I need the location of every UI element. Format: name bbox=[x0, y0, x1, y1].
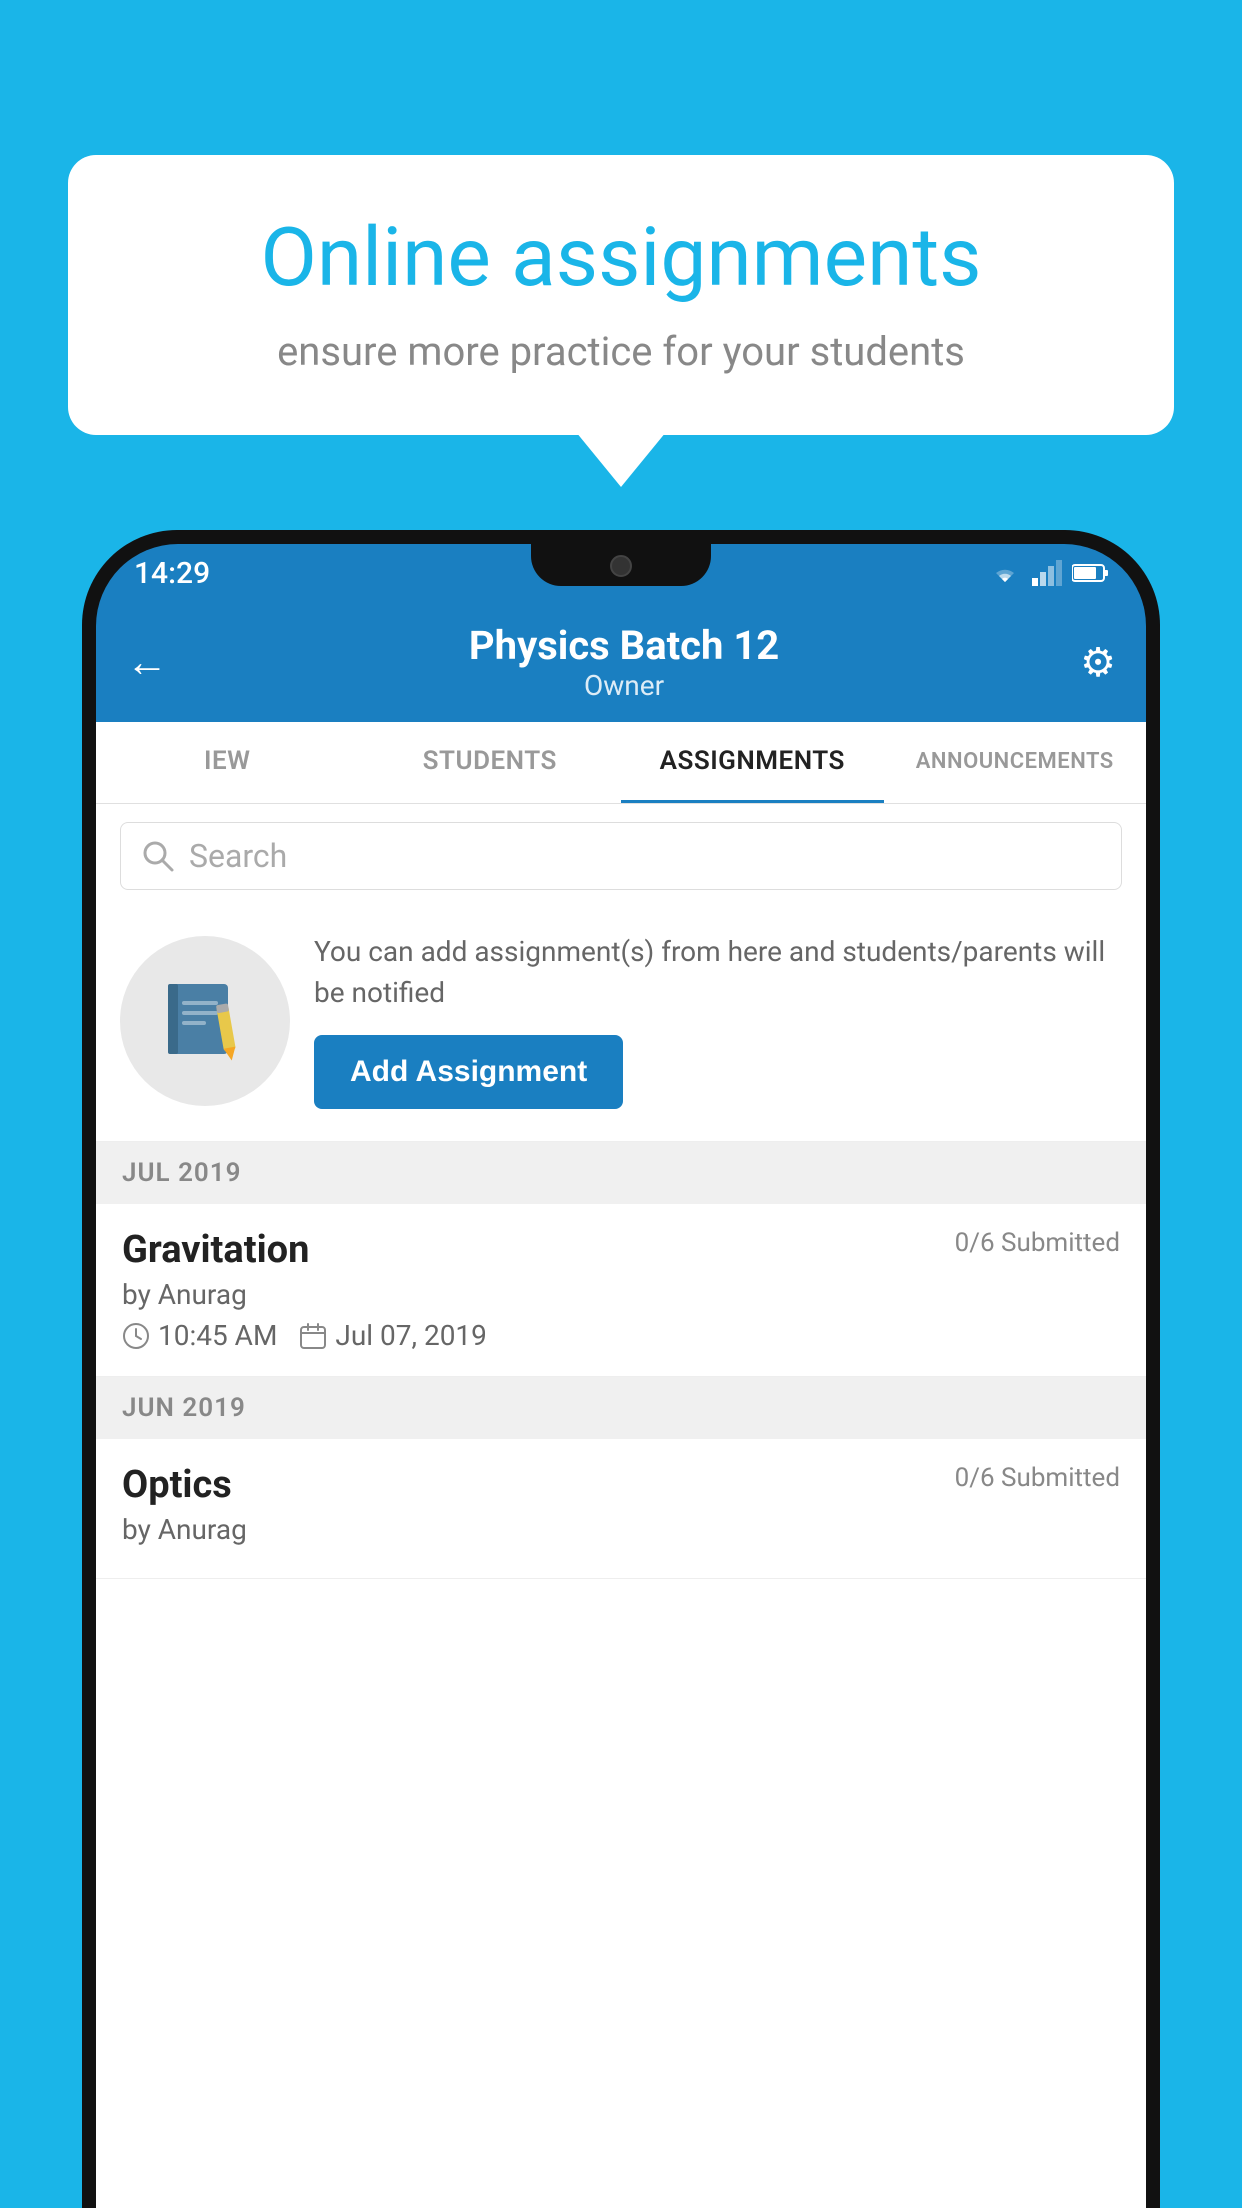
tabs-bar: IEW STUDENTS ASSIGNMENTS ANNOUNCEMENTS bbox=[96, 722, 1146, 804]
assignment-name-gravitation: Gravitation bbox=[122, 1228, 309, 1272]
tab-iew[interactable]: IEW bbox=[96, 722, 359, 803]
assignment-date-gravitation: Jul 07, 2019 bbox=[335, 1319, 487, 1352]
status-time: 14:29 bbox=[134, 556, 210, 591]
assignment-by-optics: by Anurag bbox=[122, 1513, 1120, 1546]
calendar-icon bbox=[299, 1322, 327, 1350]
search-placeholder: Search bbox=[189, 837, 287, 875]
notebook-icon bbox=[160, 976, 250, 1066]
add-assignment-button[interactable]: Add Assignment bbox=[314, 1035, 623, 1109]
assignment-submitted-gravitation: 0/6 Submitted bbox=[955, 1228, 1120, 1258]
header-center: Physics Batch 12 Owner bbox=[469, 622, 779, 702]
section-header-jul: JUL 2019 bbox=[96, 1142, 1146, 1204]
assignment-name-optics: Optics bbox=[122, 1463, 232, 1507]
app-header: ← Physics Batch 12 Owner ⚙ bbox=[96, 602, 1146, 722]
phone-notch bbox=[531, 544, 711, 586]
signal-icon bbox=[1032, 560, 1062, 586]
assignment-item-gravitation[interactable]: Gravitation 0/6 Submitted by Anurag 10:4… bbox=[96, 1204, 1146, 1377]
assignment-submitted-optics: 0/6 Submitted bbox=[955, 1463, 1120, 1493]
header-subtitle: Owner bbox=[469, 669, 779, 702]
phone-frame: 14:29 bbox=[82, 530, 1160, 2208]
speech-bubble-title: Online assignments bbox=[133, 210, 1109, 306]
assignment-by-gravitation: by Anurag bbox=[122, 1278, 1120, 1311]
assignment-item-optics[interactable]: Optics 0/6 Submitted by Anurag bbox=[96, 1439, 1146, 1579]
clock-icon bbox=[122, 1322, 150, 1350]
back-button[interactable]: ← bbox=[126, 638, 168, 687]
search-icon bbox=[141, 839, 175, 873]
phone-inner: 14:29 bbox=[96, 544, 1146, 2208]
search-bar: Search bbox=[96, 804, 1146, 908]
speech-bubble-container: Online assignments ensure more practice … bbox=[68, 155, 1174, 435]
promo-card: You can add assignment(s) from here and … bbox=[96, 908, 1146, 1142]
header-title: Physics Batch 12 bbox=[469, 622, 779, 669]
battery-icon bbox=[1072, 563, 1108, 583]
screen-content: Search bbox=[96, 804, 1146, 2208]
assignment-time-gravitation: 10:45 AM bbox=[158, 1319, 277, 1352]
tab-assignments[interactable]: ASSIGNMENTS bbox=[621, 722, 884, 803]
wifi-icon bbox=[988, 560, 1022, 586]
search-input-wrap[interactable]: Search bbox=[120, 822, 1122, 890]
status-icons bbox=[988, 560, 1108, 586]
speech-bubble-subtitle: ensure more practice for your students bbox=[133, 328, 1109, 375]
promo-text-area: You can add assignment(s) from here and … bbox=[314, 932, 1122, 1109]
promo-icon-circle bbox=[120, 936, 290, 1106]
tab-announcements[interactable]: ANNOUNCEMENTS bbox=[884, 722, 1147, 803]
assignment-meta-gravitation: 10:45 AM Jul 07, 2019 bbox=[122, 1319, 1120, 1352]
section-header-jun: JUN 2019 bbox=[96, 1377, 1146, 1439]
tab-students[interactable]: STUDENTS bbox=[359, 722, 622, 803]
phone-camera bbox=[610, 555, 632, 577]
promo-description: You can add assignment(s) from here and … bbox=[314, 932, 1122, 1013]
settings-button[interactable]: ⚙ bbox=[1080, 639, 1116, 686]
speech-bubble: Online assignments ensure more practice … bbox=[68, 155, 1174, 435]
